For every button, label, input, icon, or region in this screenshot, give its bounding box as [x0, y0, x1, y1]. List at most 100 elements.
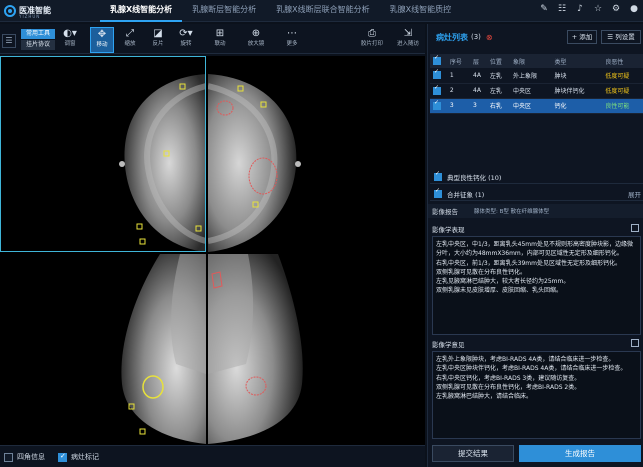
gland-type: 腺体类型: B型 散在纤维腺体型: [474, 209, 550, 215]
link-icon: ⊞: [215, 28, 225, 39]
film-print-label: 胶片打印: [360, 41, 383, 47]
rotate-button[interactable]: ⟳▾ 旋转: [174, 27, 198, 53]
col-risk: 良恶性: [602, 54, 643, 68]
cell-type: 肿块: [551, 68, 603, 84]
findings-line: 左乳中央区，中1/3，距离乳头45mm处见不规则形高密度肿块影，边缘微分叶，大小…: [436, 241, 633, 258]
image-viewer[interactable]: [0, 56, 425, 445]
rotate-icon: ⟳▾: [179, 28, 193, 39]
tab-combined-analysis[interactable]: 乳腺X线断层联合智能分析: [266, 0, 379, 22]
cell-quadrant: 中央区: [509, 98, 552, 114]
lesion-panel: 病灶列表 (3) ⊗ + 添加 ☰ 列设置 序号 层 位置 象限 类型 良恶性: [427, 24, 643, 467]
report-title: 影像报告: [432, 208, 458, 216]
star-icon[interactable]: ☆: [593, 4, 603, 14]
table-row[interactable]: 3 3 右乳 中央区 钙化 良性可能: [430, 98, 643, 114]
row-checkbox[interactable]: [433, 84, 441, 95]
merged-signs-section[interactable]: 合并征象 (1) 展开: [430, 187, 643, 201]
pan-button[interactable]: ✥ 移动: [90, 27, 114, 53]
list-icon[interactable]: ☷: [557, 4, 567, 14]
user-icon[interactable]: ●: [629, 4, 639, 14]
row-checkbox-cell[interactable]: [430, 83, 447, 99]
cell-index: 2: [446, 83, 471, 99]
copy-icon[interactable]: [631, 339, 639, 347]
copy-icon[interactable]: [631, 224, 639, 232]
header-checkbox[interactable]: [433, 54, 441, 65]
image-pane-lmlo[interactable]: [208, 254, 425, 445]
generate-report-button[interactable]: 生成报告: [519, 445, 641, 462]
magnifier-label: 放大镜: [247, 41, 265, 47]
typical-calcification-checkbox[interactable]: [434, 170, 442, 181]
edit-icon[interactable]: ✎: [539, 4, 549, 14]
top-bar: 医准智能 YIZHUN 乳腺X线智能分析 乳腺断层智能分析 乳腺X线断层联合智能…: [0, 0, 643, 22]
cell-type: 钙化: [551, 98, 603, 114]
corner-info-checkbox[interactable]: 四角信息: [4, 452, 45, 462]
typical-calcification-section[interactable]: 典型良性钙化 (10): [430, 170, 643, 184]
opinion-line: 左乳腋窝淋巴结肿大，请结合临床。: [436, 393, 533, 401]
table-row[interactable]: 2 4A 左乳 中央区 肿块伴钙化 低度可疑: [430, 83, 643, 99]
invert-button[interactable]: ◪ 反片: [146, 27, 170, 53]
bell-icon[interactable]: ♪: [575, 4, 585, 14]
corner-info-label: 四角信息: [17, 453, 45, 461]
system-icons: ✎ ☷ ♪ ☆ ⚙ ●: [539, 4, 639, 14]
findings-line: 双侧乳腺未见皮肤增厚、皮肤回缩、乳头回缩。: [436, 287, 563, 295]
cell-risk: 低度可疑: [602, 83, 643, 99]
cell-index: 1: [446, 68, 471, 84]
merged-signs-checkbox[interactable]: [434, 187, 442, 198]
table-row[interactable]: 1 4A 左乳 外上象限 肿块 低度可疑: [430, 68, 643, 84]
mammogram-rcc: [119, 74, 206, 252]
lesion-mark-checkbox[interactable]: 病灶标记: [58, 452, 99, 462]
add-lesion-button[interactable]: + 添加: [567, 30, 597, 44]
rotate-label: 旋转: [180, 41, 192, 47]
move-icon: ✥: [97, 29, 107, 40]
merged-signs-label: 合并征象 (1): [447, 190, 485, 199]
zoom-button[interactable]: ⤢ 缩放: [118, 27, 142, 53]
image-pane-lcc[interactable]: [208, 56, 425, 252]
col-index: 序号: [446, 54, 471, 68]
follow-up-icon: ⇲: [403, 28, 413, 39]
tab-quality-control[interactable]: 乳腺X线智能质控: [380, 0, 461, 22]
window-level-button[interactable]: ◐▾ 调窗: [58, 27, 82, 53]
hanging-protocol-button[interactable]: 挂片协议: [21, 40, 55, 50]
window-level-icon: ◐▾: [63, 28, 77, 39]
mammogram-lmlo: [208, 254, 303, 444]
app-window: 医准智能 YIZHUN 乳腺X线智能分析 乳腺断层智能分析 乳腺X线断层联合智能…: [0, 0, 643, 467]
delete-icon[interactable]: ⊗: [486, 33, 493, 42]
image-pane-rcc[interactable]: [0, 56, 206, 252]
cell-side: 左乳: [486, 68, 510, 84]
link-button[interactable]: ⊞ 联动: [208, 27, 232, 53]
follow-up-button[interactable]: ⇲ 进入随访: [396, 27, 420, 53]
sidebar-toggle-icon[interactable]: ☰: [2, 34, 16, 48]
settings-icon[interactable]: ⚙: [611, 4, 621, 14]
cell-quadrant: 外上象限: [509, 68, 552, 84]
common-tools: 常用工具 挂片协议: [21, 29, 55, 51]
common-tools-button[interactable]: 常用工具: [21, 29, 55, 39]
magnifier-button[interactable]: ⊕ 放大镜: [244, 27, 268, 53]
header-checkbox-cell[interactable]: [430, 54, 447, 68]
logo: 医准智能 YIZHUN: [4, 3, 64, 19]
tab-tomo-analysis[interactable]: 乳腺断层智能分析: [182, 0, 266, 22]
row-checkbox-cell[interactable]: [430, 68, 447, 84]
col-layer: 层: [470, 54, 487, 68]
row-checkbox[interactable]: [433, 99, 441, 110]
typical-calcification-label: 典型良性钙化 (10): [447, 173, 502, 182]
col-quadrant: 象限: [509, 54, 552, 68]
more-icon: ⋯: [287, 28, 297, 39]
more-button[interactable]: ⋯ 更多: [280, 27, 304, 53]
lesion-list-title: 病灶列表: [436, 32, 468, 42]
row-checkbox[interactable]: [433, 68, 441, 80]
tab-mammo-analysis[interactable]: 乳腺X线智能分析: [100, 0, 183, 22]
findings-textbox[interactable]: 左乳中央区，中1/3，距离乳头45mm处见不规则形高密度肿块影，边缘微分叶，大小…: [432, 236, 641, 335]
print-icon: ⎙: [368, 28, 376, 39]
opinion-line: 双侧乳腺可见散在分布良性钙化，考虑BI-RADS 2类。: [436, 383, 581, 391]
lesion-mark-box: [58, 452, 67, 462]
cell-quadrant: 中央区: [509, 83, 552, 99]
column-settings-button[interactable]: ☰ 列设置: [601, 30, 641, 44]
main-tabs: 乳腺X线智能分析 乳腺断层智能分析 乳腺X线断层联合智能分析 乳腺X线智能质控: [100, 0, 461, 22]
submit-results-button[interactable]: 提交结果: [432, 445, 514, 462]
image-pane-rmlo[interactable]: [0, 254, 206, 445]
opinion-textbox[interactable]: 左乳外上象限肿块，考虑BI-RADS 4A类，请结合临床进一步检查。 左乳中央区…: [432, 351, 641, 439]
corner-info-box: [4, 452, 13, 462]
film-print-button[interactable]: ⎙ 胶片打印: [360, 27, 384, 53]
zoom-label: 缩放: [124, 41, 136, 47]
merged-signs-expand[interactable]: 展开: [628, 189, 641, 199]
row-checkbox-cell[interactable]: [430, 98, 447, 114]
